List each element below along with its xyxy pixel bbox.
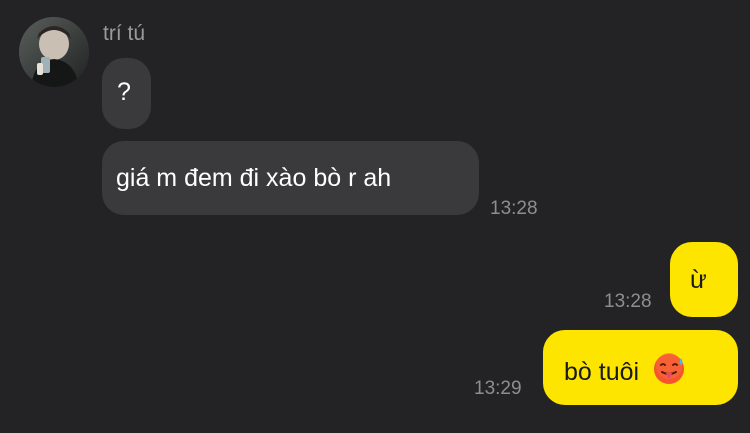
message-bubble-outgoing[interactable]: bò tuôi (543, 330, 738, 405)
message-bubble-outgoing[interactable]: ừ (670, 242, 738, 317)
chat-thread: trí tú ? giá m đem đi xào bò r ah 13:28 … (0, 0, 750, 433)
avatar-photo (19, 17, 89, 87)
message-timestamp: 13:28 (604, 291, 652, 312)
message-bubble-incoming[interactable]: ? (102, 58, 151, 129)
message-bubble-incoming[interactable]: giá m đem đi xào bò r ah (102, 141, 479, 215)
sender-avatar[interactable] (19, 17, 89, 87)
message-text: ừ (690, 266, 707, 294)
hot-face-emoji-icon (652, 352, 686, 393)
message-timestamp: 13:29 (474, 378, 522, 399)
message-timestamp: 13:28 (490, 198, 538, 219)
message-text: bò tuôi (564, 358, 640, 386)
message-text: giá m đem đi xào bò r ah (116, 164, 392, 192)
sender-name: trí tú (103, 22, 146, 45)
message-text: ? (117, 78, 131, 106)
